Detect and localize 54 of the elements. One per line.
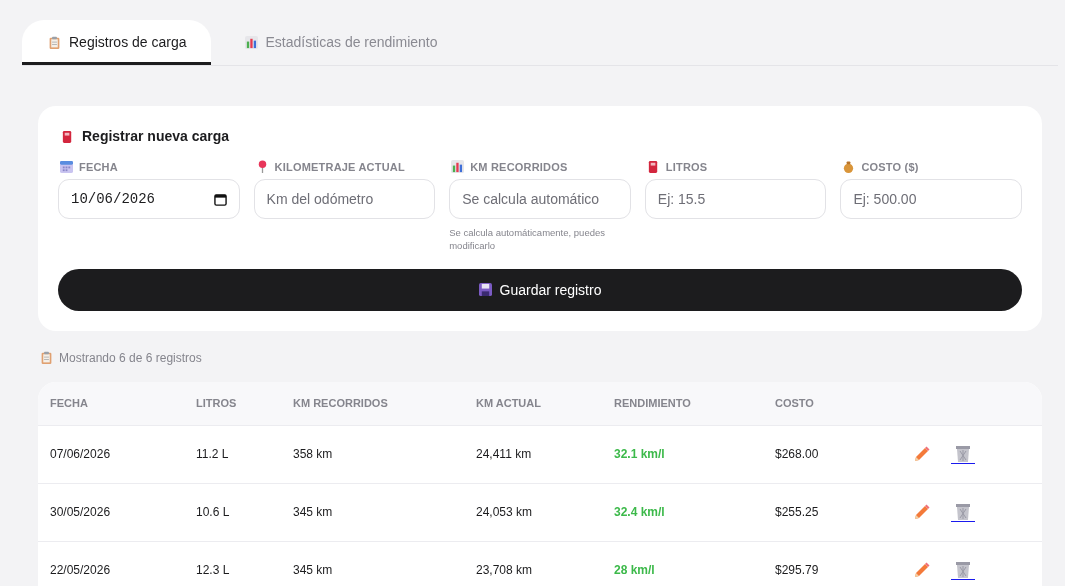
bar-chart-icon xyxy=(451,160,465,173)
table-cell: 24,411 km xyxy=(476,447,532,462)
field-label: KM RECORRIDOS xyxy=(470,160,568,173)
edit-button[interactable] xyxy=(913,561,931,580)
edit-button[interactable] xyxy=(913,445,931,464)
date-field[interactable]: 10/06/2026 xyxy=(58,179,240,219)
table-cell: 358 km xyxy=(293,447,333,462)
table-cell: 345 km xyxy=(293,505,333,520)
fuel-pump-icon xyxy=(61,129,74,143)
calendar-icon xyxy=(213,192,227,206)
column-header: FECHA xyxy=(50,397,88,410)
table-cell: 07/06/2026 xyxy=(50,447,111,462)
money-bag-icon xyxy=(842,160,856,173)
tab[interactable]: Registros de carga xyxy=(22,20,211,65)
record-count: Mostrando 6 de 6 registros xyxy=(59,350,202,365)
column-header: KM ACTUAL xyxy=(476,397,541,410)
table-cell: 32.4 km/l xyxy=(614,505,665,520)
table-cell: 28 km/l xyxy=(614,563,655,578)
edit-button[interactable] xyxy=(913,503,931,522)
column-header: KM RECORRIDOS xyxy=(293,397,388,410)
table-cell: 10.6 L xyxy=(196,505,230,520)
table-cell: 22/05/2026 xyxy=(50,563,111,578)
input-field[interactable]: Ej: 15.5 xyxy=(644,179,827,219)
table-cell: 30/05/2026 xyxy=(50,505,111,520)
table-cell: 12.3 L xyxy=(196,563,230,578)
clipboard-icon xyxy=(40,351,53,365)
column-header: COSTO xyxy=(775,397,814,410)
input-field[interactable]: Km del odómetro xyxy=(253,179,436,219)
table-cell: 23,708 km xyxy=(476,563,533,578)
table-cell: 24,053 km xyxy=(476,505,533,520)
input-field[interactable]: Se calcula automático xyxy=(449,179,631,219)
field-label: COSTO ($) xyxy=(861,160,919,173)
table-cell: $268.00 xyxy=(775,447,819,462)
calendar-icon xyxy=(60,160,73,173)
field-label: LITROS xyxy=(665,160,708,173)
field-label: FECHA xyxy=(79,160,118,173)
save-button[interactable]: Guardar registro xyxy=(58,268,1022,311)
delete-button[interactable] xyxy=(951,502,975,522)
field-label: KILOMETRAJE ACTUAL xyxy=(274,160,405,173)
table-cell: $255.25 xyxy=(775,505,819,520)
input-field[interactable]: Ej: 500.00 xyxy=(840,179,1022,219)
table-cell: 32.1 km/l xyxy=(614,447,665,462)
table-cell: 345 km xyxy=(293,563,333,578)
column-header: LITROS xyxy=(196,397,237,410)
delete-button[interactable] xyxy=(951,560,975,580)
field-hint: Se calcula automáticamente, puedes modificarlo xyxy=(449,226,606,253)
column-header: RENDIMIENTO xyxy=(614,397,691,410)
table-cell: 11.2 L xyxy=(196,447,229,462)
bar-chart-icon xyxy=(244,35,258,49)
form-title: Registrar nueva carga xyxy=(82,128,230,144)
clipboard-icon xyxy=(48,35,61,49)
fuel-pump-icon xyxy=(646,160,660,173)
table-cell: $295.79 xyxy=(775,563,819,578)
delete-button[interactable] xyxy=(951,444,975,464)
